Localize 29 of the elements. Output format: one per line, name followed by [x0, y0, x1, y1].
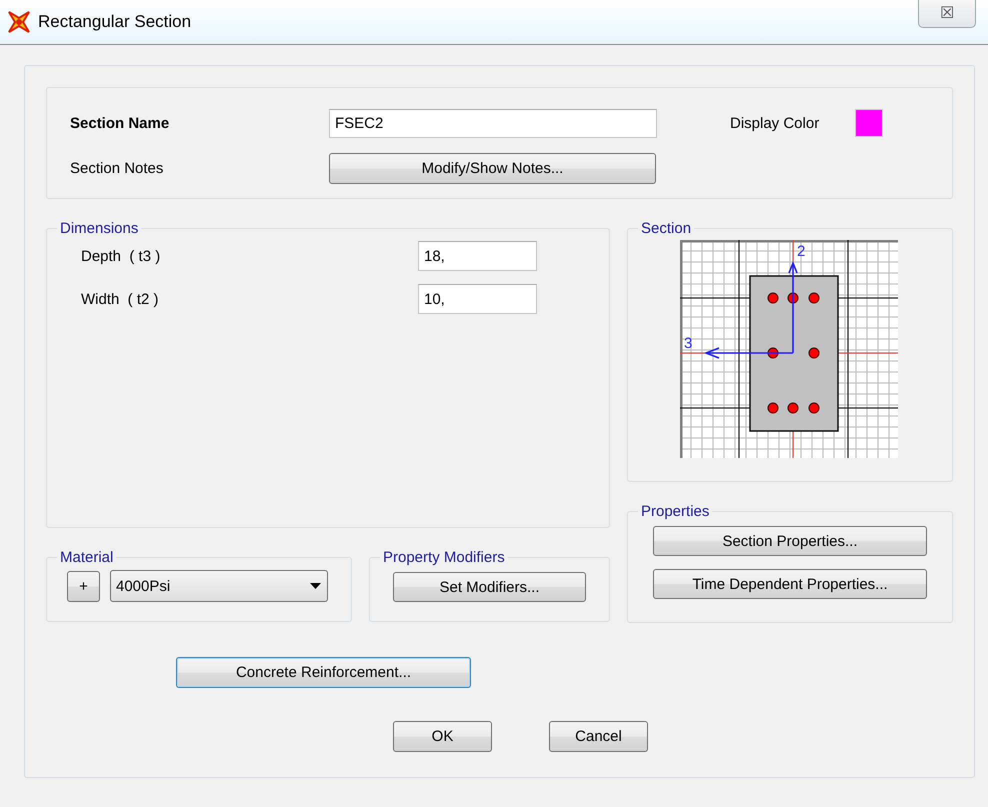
modify-notes-button[interactable]: Modify/Show Notes...: [329, 152, 656, 184]
dimension-field[interactable]: 10,: [418, 284, 537, 314]
add-material-button[interactable]: +: [67, 570, 100, 602]
dialog-button[interactable]: OK: [393, 721, 492, 752]
section-name-label: Section Name: [70, 114, 170, 132]
section-name-field[interactable]: FSEC2: [329, 108, 657, 138]
axis-label: 2: [797, 243, 806, 260]
display-color-label: Display Color: [729, 114, 820, 132]
group-title: Material: [59, 549, 114, 566]
section-notes-label: Section Notes: [70, 160, 164, 176]
group-title: Section: [640, 220, 692, 237]
dialog-button[interactable]: Cancel: [549, 721, 648, 752]
dimension-field[interactable]: 18,: [418, 241, 537, 271]
axis-label: 3: [684, 335, 692, 352]
app-logo-icon: [8, 11, 30, 33]
display-color-swatch[interactable]: [855, 109, 883, 137]
properties-button[interactable]: Section Properties...: [653, 526, 927, 556]
group-title: Property Modifiers: [382, 549, 506, 566]
properties-button[interactable]: Time Dependent Properties...: [653, 569, 927, 599]
group-title: Properties: [640, 503, 710, 520]
set-modifiers-button[interactable]: Set Modifiers...: [393, 572, 586, 602]
close-button[interactable]: ☒: [918, 0, 976, 28]
concrete-reinforcement-button[interactable]: Concrete Reinforcement...: [176, 657, 471, 688]
dropdown-caret-icon: [310, 583, 321, 589]
dimension-label: Depth ( t3 ): [81, 248, 162, 264]
material-dropdown[interactable]: 4000Psi: [110, 570, 328, 602]
dimension-label: Width ( t2 ): [81, 290, 160, 308]
group-title: Dimensions: [59, 220, 140, 237]
window-title: Rectangular Section: [38, 12, 192, 32]
